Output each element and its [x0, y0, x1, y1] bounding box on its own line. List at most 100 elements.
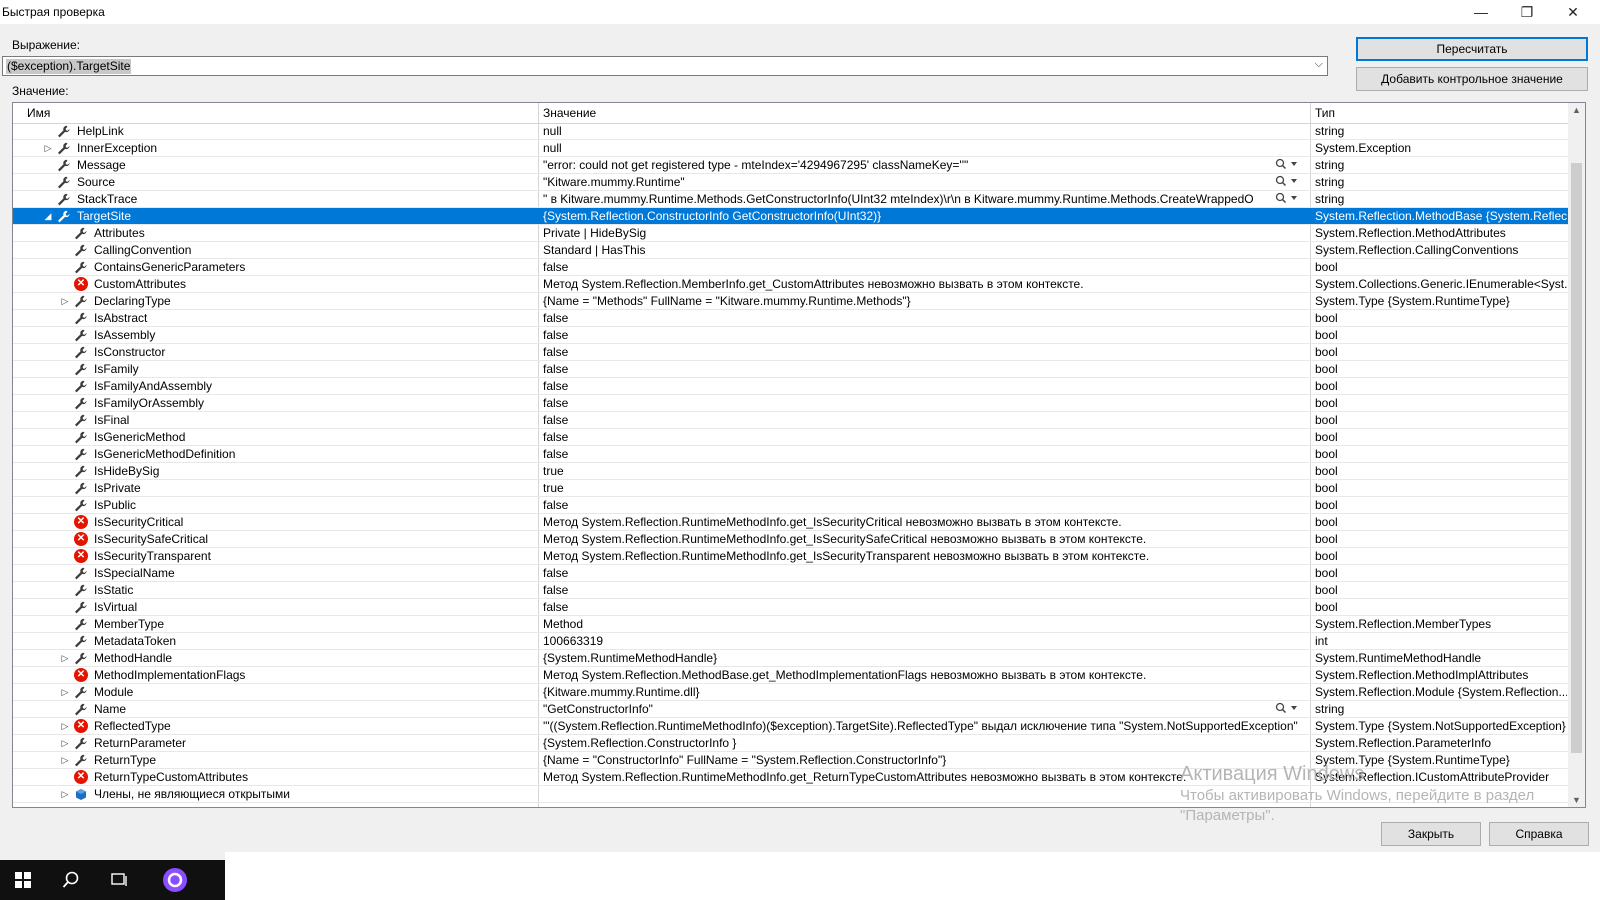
row-value[interactable]: Метод System.Reflection.MemberInfo.get_C… — [543, 277, 1305, 291]
row-value[interactable]: Method — [543, 617, 1305, 631]
row-value[interactable]: 100663319 — [543, 634, 1305, 648]
table-row[interactable]: IsGenericMethodDefinition false bool — [13, 446, 1569, 463]
column-header-value[interactable]: Значение — [543, 106, 596, 120]
row-value[interactable]: false — [543, 566, 1305, 580]
chevron-down-icon[interactable]: ⌵ — [1315, 58, 1323, 71]
table-row[interactable]: IsPrivate true bool — [13, 480, 1569, 497]
row-value[interactable]: false — [543, 498, 1305, 512]
table-row[interactable]: IsFinal false bool — [13, 412, 1569, 429]
table-row[interactable]: IsStatic false bool — [13, 582, 1569, 599]
expression-combobox[interactable]: ($exception).TargetSite ⌵ — [2, 56, 1328, 76]
expand-icon[interactable]: ▷ — [60, 787, 70, 801]
expression-input[interactable]: ($exception).TargetSite — [6, 59, 132, 74]
table-row[interactable]: IsFamilyAndAssembly false bool — [13, 378, 1569, 395]
row-value[interactable]: "Kitware.mummy.Runtime" — [543, 175, 1253, 189]
table-row[interactable]: ContainsGenericParameters false bool — [13, 259, 1569, 276]
magnifier-visualizer-icon[interactable] — [1275, 158, 1299, 173]
table-row[interactable]: CallingConvention Standard | HasThis Syste… — [13, 242, 1569, 259]
expand-icon[interactable]: ▷ — [60, 685, 70, 699]
row-value[interactable]: {Kitware.mummy.Runtime.dll} — [543, 685, 1305, 699]
row-value[interactable]: Метод System.Reflection.MethodBase.get_M… — [543, 668, 1305, 682]
row-value[interactable]: '"((System.Reflection.RuntimeMethodInfo)… — [543, 719, 1305, 733]
magnifier-visualizer-icon[interactable] — [1275, 702, 1299, 717]
row-value[interactable]: false — [543, 600, 1305, 614]
row-value[interactable]: {System.Reflection.ConstructorInfo } — [543, 736, 1305, 750]
row-value[interactable]: null — [543, 124, 1305, 138]
row-value[interactable]: Private | HideBySig — [543, 226, 1305, 240]
table-row[interactable]: IsFamily false bool — [13, 361, 1569, 378]
table-row[interactable]: ▷ DeclaringType {Name = "Methods" FullName… — [13, 293, 1569, 310]
table-row[interactable]: IsHideBySig true bool — [13, 463, 1569, 480]
table-row[interactable]: Name "GetConstructorInfo" string — [13, 701, 1569, 718]
expand-icon[interactable]: ▷ — [60, 753, 70, 767]
vertical-scrollbar[interactable]: ▲ ▼ — [1568, 103, 1585, 807]
table-row[interactable]: ✕ IsSecurityCritical Метод System.Reflecti… — [13, 514, 1569, 531]
table-row[interactable]: ✕ IsSecurityTransparent Метод System.Refle… — [13, 548, 1569, 565]
row-value[interactable]: "error: could not get registered type - … — [543, 158, 1253, 172]
row-value[interactable]: false — [543, 413, 1305, 427]
table-row[interactable]: ✕ CustomAttributes Метод System.Reflection… — [13, 276, 1569, 293]
table-row[interactable]: Source "Kitware.mummy.Runtime" string — [13, 174, 1569, 191]
row-value[interactable]: false — [543, 379, 1305, 393]
table-row[interactable]: ▷ MethodHandle {System.RuntimeMethodHandle… — [13, 650, 1569, 667]
table-row[interactable]: IsAbstract false bool — [13, 310, 1569, 327]
help-button[interactable]: Справка — [1489, 822, 1589, 846]
table-row[interactable]: ▷ ReturnParameter {System.Reflection.Const… — [13, 735, 1569, 752]
table-row[interactable]: IsSpecialName false bool — [13, 565, 1569, 582]
windows-start-icon[interactable] — [0, 860, 46, 900]
table-row[interactable]: IsPublic false bool — [13, 497, 1569, 514]
close-button[interactable]: Закрыть — [1381, 822, 1481, 846]
row-value[interactable]: false — [543, 396, 1305, 410]
expand-icon[interactable]: ▷ — [60, 719, 70, 733]
table-row[interactable]: IsFamilyOrAssembly false bool — [13, 395, 1569, 412]
task-view-icon[interactable] — [96, 860, 142, 900]
column-header-type[interactable]: Тип — [1315, 106, 1335, 120]
table-row[interactable]: ◢ TargetSite {System.Reflection.Constructo… — [13, 208, 1569, 225]
table-row[interactable]: IsGenericMethod false bool — [13, 429, 1569, 446]
collapse-icon[interactable]: ◢ — [43, 209, 53, 223]
row-value[interactable]: true — [543, 481, 1305, 495]
row-value[interactable]: "GetConstructorInfo" — [543, 702, 1253, 716]
scroll-down-icon[interactable]: ▼ — [1568, 795, 1585, 805]
watch-grid[interactable]: Имя Значение Тип HelpLink null string ▷ Inne… — [12, 102, 1586, 808]
row-value[interactable]: false — [543, 447, 1305, 461]
expand-icon[interactable]: ▷ — [60, 651, 70, 665]
close-window-button[interactable]: ✕ — [1550, 0, 1596, 24]
row-value[interactable]: Метод System.Reflection.RuntimeMethodInf… — [543, 532, 1305, 546]
expand-icon[interactable]: ▷ — [60, 736, 70, 750]
row-value[interactable]: false — [543, 345, 1305, 359]
table-row[interactable]: Message "error: could not get registered … — [13, 157, 1569, 174]
table-row[interactable]: MetadataToken 100663319 int — [13, 633, 1569, 650]
table-row[interactable]: StackTrace " в Kitware.mummy.Runtime.Meth… — [13, 191, 1569, 208]
table-row[interactable]: IsVirtual false bool — [13, 599, 1569, 616]
table-row[interactable]: Attributes Private | HideBySig System.Refl… — [13, 225, 1569, 242]
restore-button[interactable]: ❐ — [1504, 0, 1550, 24]
table-row[interactable]: ✕ MethodImplementationFlags Метод System.R… — [13, 667, 1569, 684]
expand-icon[interactable]: ▷ — [60, 294, 70, 308]
row-value[interactable]: false — [543, 260, 1305, 274]
row-value[interactable]: false — [543, 328, 1305, 342]
row-value[interactable]: null — [543, 141, 1305, 155]
recalculate-button[interactable]: Пересчитать — [1356, 37, 1588, 61]
table-row[interactable]: ▷ Module {Kitware.mummy.Runtime.dll} System… — [13, 684, 1569, 701]
scroll-up-icon[interactable]: ▲ — [1568, 105, 1585, 115]
row-value[interactable]: " в Kitware.mummy.Runtime.Methods.GetCon… — [543, 192, 1253, 206]
table-row[interactable]: MemberType Method System.Reflection.Member… — [13, 616, 1569, 633]
row-value[interactable]: Метод System.Reflection.RuntimeMethodInf… — [543, 549, 1305, 563]
column-header-name[interactable]: Имя — [27, 106, 50, 120]
table-row[interactable]: HelpLink null string — [13, 123, 1569, 140]
expand-icon[interactable]: ▷ — [43, 141, 53, 155]
magnifier-visualizer-icon[interactable] — [1275, 175, 1299, 190]
row-value[interactable]: {Name = "Methods" FullName = "Kitware.mu… — [543, 294, 1305, 308]
row-value[interactable]: {System.Reflection.ConstructorInfo GetCo… — [543, 209, 1305, 223]
row-value[interactable]: true — [543, 464, 1305, 478]
row-value[interactable]: false — [543, 362, 1305, 376]
table-row[interactable]: IsConstructor false bool — [13, 344, 1569, 361]
row-value[interactable]: {System.RuntimeMethodHandle} — [543, 651, 1305, 665]
table-row[interactable]: ▷ ✕ ReflectedType '"((System.Reflection.Run… — [13, 718, 1569, 735]
table-row[interactable]: ✕ IsSecuritySafeCritical Метод System.Refl… — [13, 531, 1569, 548]
search-icon[interactable] — [48, 860, 94, 900]
table-row[interactable]: IsAssembly false bool — [13, 327, 1569, 344]
row-value[interactable]: Метод System.Reflection.RuntimeMethodInf… — [543, 515, 1305, 529]
row-value[interactable]: Standard | HasThis — [543, 243, 1305, 257]
